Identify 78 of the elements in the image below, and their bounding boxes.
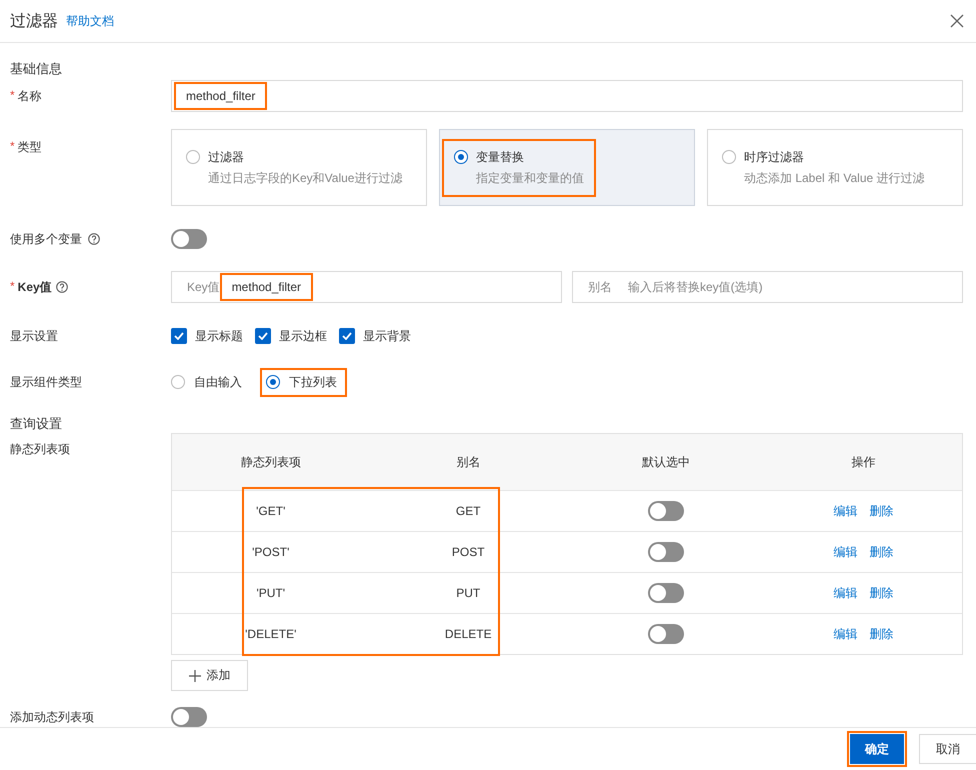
card-description: 指定变量和变量的值 [476, 170, 584, 186]
checkbox-label: 显示标题 [195, 328, 243, 344]
check-icon [258, 332, 268, 340]
section-heading: 查询设置 [10, 415, 63, 433]
input-value: method_filter [222, 275, 312, 299]
check-icon [174, 332, 184, 340]
column-header: 静态列表项 [240, 454, 302, 470]
toggle-switch[interactable] [171, 229, 207, 249]
help-icon [56, 281, 68, 293]
action-link[interactable]: 编辑 [833, 544, 858, 560]
toggle-switch[interactable] [648, 501, 684, 521]
table-cell-text: 'PUT' [255, 585, 286, 602]
field-label: 静态列表项 [10, 441, 70, 458]
dialog-title: 过滤器 [10, 12, 58, 32]
name-input[interactable]: method_filter [171, 80, 963, 112]
toggle-switch[interactable] [648, 542, 684, 562]
required-mark: * [10, 278, 15, 294]
card-description: 通过日志字段的Key和Value进行过滤 [208, 170, 402, 186]
required-mark: * [10, 139, 15, 155]
radio-button[interactable] [266, 375, 280, 389]
column-header: 操作 [850, 454, 876, 470]
action-link[interactable]: 删除 [869, 502, 894, 520]
key-input[interactable]: Key值 method_filter [171, 271, 562, 303]
card-description: 动态添加 Label 和 Value 进行过滤 [744, 170, 924, 186]
table-cell-text: POST [450, 544, 486, 561]
check-icon [342, 332, 352, 340]
type-card[interactable]: 过滤器 通过日志字段的Key和Value进行过滤 [171, 129, 427, 206]
checkbox-label: 显示边框 [279, 328, 327, 344]
action-link[interactable]: 编辑 [833, 626, 858, 642]
table-cell-text: 'POST' [251, 544, 290, 561]
table-cell-text: PUT [455, 585, 482, 602]
confirm-button[interactable]: 确定 [847, 731, 907, 767]
plus-icon [188, 670, 200, 682]
close-icon[interactable] [950, 14, 964, 28]
card-title: 过滤器 [208, 148, 245, 166]
field-label: Key值 [18, 278, 52, 296]
help-link[interactable]: 帮助文档 [66, 12, 114, 30]
column-header: 别名 [455, 454, 482, 470]
table-cell-text: GET [454, 503, 482, 520]
help-icon [88, 233, 100, 245]
alias-input[interactable]: 别名 输入后将替换key值(选填) [572, 271, 963, 303]
action-link[interactable]: 删除 [869, 584, 894, 602]
field-label: 类型 [18, 139, 42, 156]
required-mark: * [10, 88, 15, 104]
radio-button[interactable] [454, 150, 468, 164]
action-link[interactable]: 删除 [869, 626, 894, 642]
action-link[interactable]: 编辑 [833, 584, 858, 602]
radio-label: 自由输入 [194, 374, 242, 390]
cancel-button[interactable]: 取消 [919, 734, 976, 764]
card-title: 时序过滤器 [744, 148, 805, 166]
action-link[interactable]: 编辑 [833, 502, 858, 520]
radio-button[interactable] [171, 375, 185, 389]
toggle-switch[interactable] [648, 583, 684, 603]
toggle-switch[interactable] [171, 707, 207, 727]
type-card[interactable]: 时序过滤器 动态添加 Label 和 Value 进行过滤 [707, 129, 963, 206]
checkbox-label: 显示背景 [363, 328, 411, 344]
field-label: 添加动态列表项 [10, 708, 94, 726]
checkbox[interactable] [255, 328, 271, 344]
card-title: 变量替换 [476, 148, 525, 166]
section-heading: 基础信息 [10, 60, 63, 78]
radio-button[interactable] [186, 150, 200, 164]
table-cell-text: 'DELETE' [244, 626, 298, 643]
input-value: method_filter [176, 84, 266, 108]
field-label: 显示组件类型 [10, 374, 82, 390]
checkbox[interactable] [171, 328, 187, 344]
table-cell-text: DELETE [444, 626, 493, 643]
table-cell-text: 'GET' [255, 503, 286, 520]
checkbox[interactable] [339, 328, 355, 344]
toggle-switch[interactable] [648, 624, 684, 644]
field-label: 使用多个变量 [10, 230, 82, 248]
type-card[interactable]: 变量替换 指定变量和变量的值 [439, 129, 695, 206]
field-label: 名称 [18, 88, 42, 104]
radio-button[interactable] [722, 150, 736, 164]
radio-label: 下拉列表 [289, 374, 337, 390]
column-header: 默认选中 [640, 454, 691, 470]
field-label: 显示设置 [10, 328, 58, 344]
add-button[interactable]: 添加 [171, 660, 248, 691]
action-link[interactable]: 删除 [869, 544, 894, 560]
